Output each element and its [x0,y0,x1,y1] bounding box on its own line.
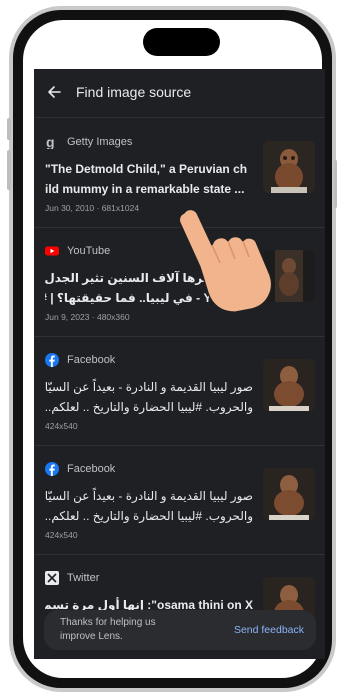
result-source-name: Facebook [67,354,116,366]
svg-text:g: g [46,135,55,149]
result-source: YouTube [45,244,110,258]
feedback-toast: Thanks for helping us improve Lens. Send… [44,610,316,650]
result-source-name: Facebook [67,463,116,475]
find-image-source-screen: Find image source g Getty Images "The De… [34,69,325,659]
facebook-icon [45,462,59,476]
result-title-line: والحروب. #ليبيا الحضارة والتاريخ .. لعلك… [45,509,253,523]
result-item-facebook[interactable]: Facebook صور ليبيا القديمة و النادرة - ب… [34,446,325,555]
power-button [334,160,337,208]
toast-message: Thanks for helping us improve Lens. [60,616,156,644]
toast-line: improve Lens. [60,631,123,642]
result-item-facebook[interactable]: Facebook صور ليبيا القديمة و النادرة - ب… [34,337,325,446]
result-title: صور ليبيا القديمة و النادرة - بعيداً عن … [45,377,253,417]
result-source-name: Getty Images [67,136,133,148]
result-source: Twitter [45,571,99,585]
back-arrow-icon[interactable] [44,82,64,102]
volume-down-button [7,150,11,190]
result-title-line: صور ليبيا القديمة و النادرة - بعيداً عن … [45,380,253,394]
result-source: Facebook [45,462,115,476]
result-title-line: ild mummy in a remarkable state ... [45,182,245,196]
result-source: g Getty Images [45,135,132,149]
result-title: "The Detmold Child," a Peruvian ch ild m… [45,159,253,199]
result-meta: 424x540 [45,421,78,431]
result-meta: Jun 9, 2023 · 480x360 [45,312,130,322]
result-title-line: "The Detmold Child," a Peruvian ch [45,162,248,176]
x-icon [45,571,59,585]
pointing-hand-icon [178,208,273,313]
toast-line: Thanks for helping us [60,617,156,628]
page-title: Find image source [76,84,192,100]
result-thumbnail [263,359,315,411]
result-title: صور ليبيا القديمة و النادرة - بعيداً عن … [45,486,253,526]
result-title-line: والحروب. #ليبيا الحضارة والتاريخ .. لعلك… [45,400,253,414]
dynamic-island [143,28,220,56]
results-list: g Getty Images "The Detmold Child," a Pe… [34,119,325,659]
result-source: Facebook [45,353,115,367]
result-source-name: YouTube [67,245,111,257]
result-thumbnail [263,141,315,193]
header-divider [34,117,325,118]
result-thumbnail [263,468,315,520]
youtube-icon [45,244,59,258]
volume-up-button [7,118,11,140]
app-header: Find image source [34,69,325,115]
facebook-icon [45,353,59,367]
result-meta: 424x540 [45,530,78,540]
getty-icon: g [45,135,59,149]
result-source-name: Twitter [67,572,100,584]
result-title-line: صور ليبيا القديمة و النادرة - بعيداً عن … [45,489,253,503]
send-feedback-button[interactable]: Send feedback [234,624,304,636]
result-meta: Jun 30, 2010 · 681x1024 [45,203,140,213]
